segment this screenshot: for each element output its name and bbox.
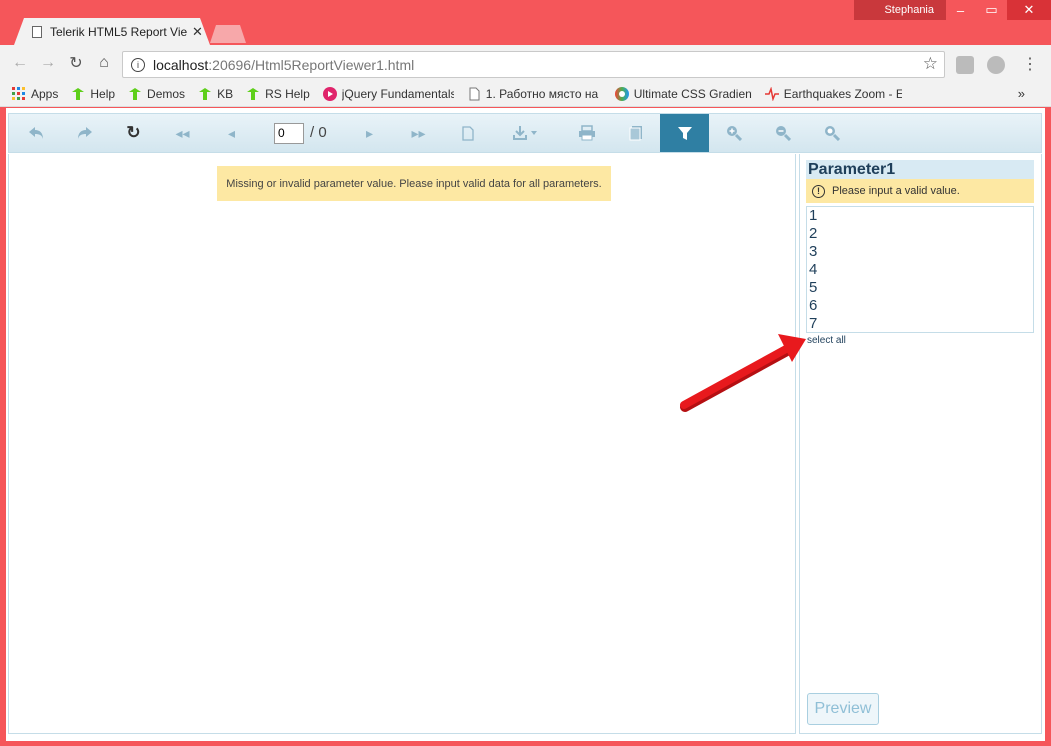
warning-icon: ! (812, 184, 825, 198)
report-content-area: Missing or invalid parameter value. Plea… (8, 154, 796, 734)
parameter-listbox[interactable]: 1 2 3 4 5 6 7 (806, 206, 1034, 333)
bookmark-label: Help (90, 86, 116, 101)
missing-parameters-message: Missing or invalid parameter value. Plea… (217, 166, 611, 201)
tab-strip: Telerik HTML5 Report Vie ✕ Stephania – ▭… (0, 0, 1051, 45)
forward-icon[interactable]: → (34, 49, 62, 77)
maximize-icon[interactable]: ▭ (976, 0, 1007, 20)
bookmark-label: KB (217, 86, 234, 101)
export-dropdown-icon[interactable] (499, 114, 553, 152)
browser-tab[interactable]: Telerik HTML5 Report Vie ✕ (14, 18, 210, 45)
parameters-area: Parameter1 ! Please input a valid value.… (799, 154, 1042, 734)
telerik-icon (199, 87, 212, 100)
pulse-icon (764, 86, 779, 101)
history-back-icon[interactable] (11, 114, 60, 152)
more-bookmarks-icon[interactable]: » (1018, 86, 1025, 101)
select-all-link[interactable]: select all (807, 335, 846, 346)
url-path: :20696/Html5ReportViewer1.html (208, 56, 415, 73)
bookmark-label: Apps (31, 86, 59, 101)
back-icon[interactable]: ← (6, 49, 34, 77)
zoom-out-icon[interactable] (758, 114, 807, 152)
browser-toolbar: ← → ↻ ⌂ i localhost :20696/Html5ReportVi… (0, 45, 1051, 81)
document-icon (469, 87, 480, 100)
bookmark-label: jQuery Fundamentals (341, 86, 454, 101)
list-item[interactable]: 1 (807, 207, 1033, 225)
list-item[interactable]: 3 (807, 243, 1033, 261)
bookmark-jquery[interactable]: jQuery Fundamentals (322, 86, 454, 101)
refresh-icon[interactable]: ↻ (109, 114, 158, 152)
report-toolbar: ↻ ◂◂ ◂ 0 / 0 ▸ ▸▸ (8, 113, 1042, 153)
bookmarks-bar: Apps Help Demos KB RS Help jQuery Fundam… (0, 81, 1051, 107)
next-page-icon[interactable]: ▸ (345, 114, 394, 152)
bookmark-star-icon[interactable]: ☆ (923, 54, 938, 74)
close-window-icon[interactable]: ✕ (1007, 0, 1051, 20)
bookmark-demos[interactable]: Demos (128, 87, 185, 101)
bookmark-rs-help[interactable]: RS Help (246, 87, 310, 101)
zoom-in-icon[interactable] (709, 114, 758, 152)
list-item[interactable]: 6 (807, 297, 1033, 315)
page-icon (32, 25, 42, 38)
preview-button[interactable]: Preview (807, 693, 879, 725)
info-icon[interactable]: i (131, 57, 145, 72)
url-host: localhost (153, 56, 209, 73)
pdf-extension-icon[interactable] (956, 56, 974, 74)
window-controls: – ▭ ✕ (945, 0, 1051, 20)
bookmark-workplace[interactable]: 1. Работно място на (467, 87, 602, 101)
history-forward-icon[interactable] (60, 114, 109, 152)
parameter-error: ! Please input a valid value. (806, 179, 1034, 203)
last-page-icon[interactable]: ▸▸ (394, 114, 443, 152)
page-mode-icon[interactable] (443, 114, 492, 152)
bookmark-label: 1. Работно място на (485, 86, 599, 101)
bookmark-label: Demos (147, 86, 186, 101)
report-viewer: ↻ ◂◂ ◂ 0 / 0 ▸ ▸▸ Missing or invalid par… (6, 108, 1045, 741)
zoom-mode-icon[interactable] (807, 114, 856, 152)
print-icon[interactable] (562, 114, 611, 152)
home-icon[interactable]: ⌂ (90, 49, 118, 77)
pluralsight-icon (322, 86, 337, 101)
parameter-title: Parameter1 (806, 160, 1034, 179)
new-tab-button[interactable] (210, 25, 246, 43)
telerik-icon (129, 87, 142, 100)
close-tab-icon[interactable]: ✕ (192, 24, 203, 40)
first-page-icon[interactable]: ◂◂ (158, 114, 207, 152)
document-map-icon[interactable] (611, 114, 660, 152)
telerik-icon (247, 87, 260, 100)
bookmark-help[interactable]: Help (71, 87, 115, 101)
parameters-filter-icon[interactable] (660, 114, 709, 152)
apps-grid-icon (12, 86, 25, 100)
list-item[interactable]: 2 (807, 225, 1033, 243)
menu-icon[interactable]: ⋮ (1022, 54, 1038, 74)
tab-title: Telerik HTML5 Report Vie (50, 24, 188, 39)
bookmark-css-gradient[interactable]: Ultimate CSS Gradient (614, 86, 752, 101)
bookmark-label: RS Help (265, 86, 310, 101)
skype-extension-icon[interactable] (987, 56, 1005, 74)
reload-icon[interactable]: ↻ (62, 49, 90, 77)
bookmark-earthquakes[interactable]: Earthquakes Zoom - E (764, 86, 902, 101)
profile-name[interactable]: Stephania (854, 0, 946, 20)
bookmark-apps[interactable]: Apps (12, 86, 59, 101)
minimize-icon[interactable]: – (945, 0, 976, 20)
previous-page-icon[interactable]: ◂ (207, 114, 256, 152)
list-item[interactable]: 7 (807, 315, 1033, 333)
address-bar[interactable]: i localhost :20696/Html5ReportViewer1.ht… (122, 51, 945, 78)
list-item[interactable]: 5 (807, 279, 1033, 297)
bookmark-kb[interactable]: KB (198, 87, 233, 101)
gradient-icon (614, 86, 629, 101)
bookmark-label: Earthquakes Zoom - E (783, 86, 902, 101)
list-item[interactable]: 4 (807, 261, 1033, 279)
page-count: / 0 (310, 124, 327, 141)
telerik-icon (72, 87, 85, 100)
parameter-error-text: Please input a valid value. (832, 185, 960, 197)
page-number-input[interactable]: 0 (274, 123, 304, 144)
bookmark-label: Ultimate CSS Gradient (633, 86, 752, 101)
